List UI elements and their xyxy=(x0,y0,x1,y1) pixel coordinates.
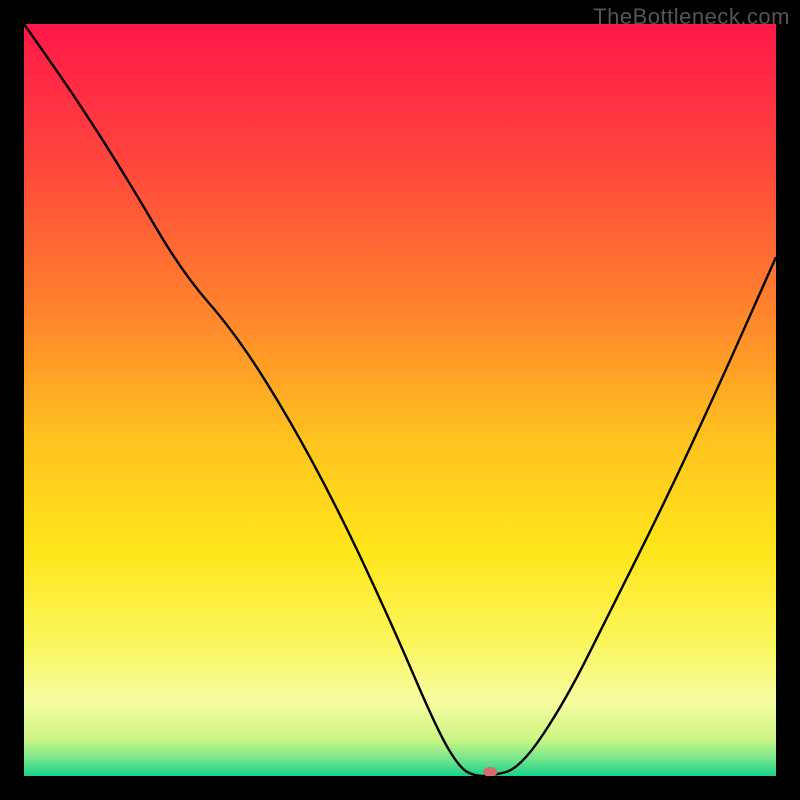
chart-frame: TheBottleneck.com xyxy=(0,0,800,800)
chart-svg xyxy=(24,24,776,776)
plot-area xyxy=(24,24,776,776)
gradient-background xyxy=(24,24,776,776)
watermark-text: TheBottleneck.com xyxy=(593,4,790,30)
